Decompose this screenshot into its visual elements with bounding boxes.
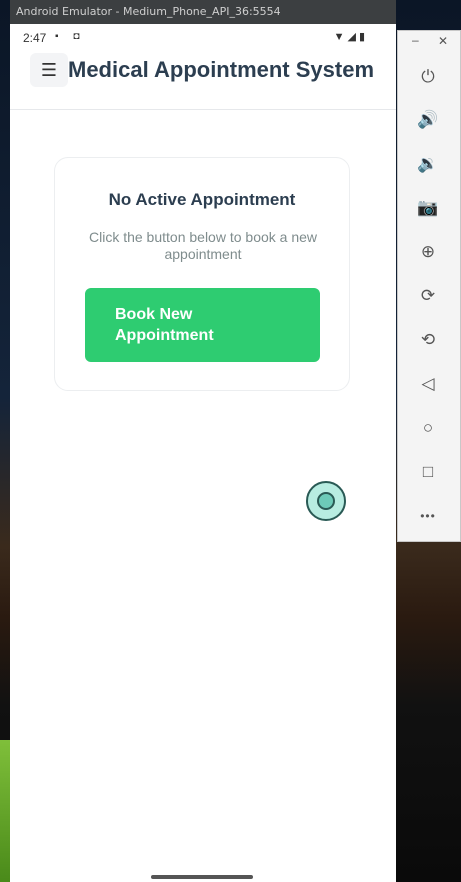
touch-indicator-icon xyxy=(306,481,346,521)
power-icon[interactable]: ⏻ xyxy=(412,61,444,93)
home-icon[interactable]: ○ xyxy=(412,412,444,444)
phone-screen: 2:47 ▪ ◘ ▼◢▮ ☰ Medical Appointment Syste… xyxy=(10,24,396,882)
volume-down-icon[interactable]: 🔉 xyxy=(412,148,444,180)
menu-button[interactable]: ☰ xyxy=(30,53,68,87)
page-title: Medical Appointment System xyxy=(68,57,375,82)
more-icon[interactable]: ••• xyxy=(412,500,444,532)
hamburger-icon: ☰ xyxy=(40,59,58,80)
toolbar-window-controls: – ✕ xyxy=(398,31,460,55)
desktop-wallpaper-leaf xyxy=(0,740,10,882)
emulator-title-bar: Android Emulator - Medium_Phone_API_36:5… xyxy=(10,0,396,24)
emulator-side-toolbar: – ✕ ⏻ 🔊 🔉 📷 ⊕ ⟳ ⟲ ◁ ○ □ ••• xyxy=(397,30,461,542)
signal-battery-icons: ▼◢▮ xyxy=(333,31,368,43)
minimize-icon[interactable]: – xyxy=(412,33,419,47)
overview-icon[interactable]: □ xyxy=(412,456,444,488)
appointment-card: No Active Appointment Click the button b… xyxy=(54,157,350,391)
zoom-icon[interactable]: ⊕ xyxy=(412,236,444,268)
close-icon[interactable]: ✕ xyxy=(438,34,448,48)
book-appointment-button[interactable]: Book New Appointment xyxy=(85,288,320,362)
card-title: No Active Appointment xyxy=(108,190,296,209)
rotate-right-icon[interactable]: ⟳ xyxy=(412,280,444,312)
back-icon[interactable]: ◁ xyxy=(412,368,444,400)
notification-icons: ▪ ◘ xyxy=(55,31,86,42)
home-gesture-bar[interactable] xyxy=(151,875,253,879)
app-header: ☰ Medical Appointment System xyxy=(10,52,396,110)
volume-up-icon[interactable]: 🔊 xyxy=(412,104,444,136)
camera-icon[interactable]: 📷 xyxy=(412,192,444,224)
status-bar: 2:47 ▪ ◘ ▼◢▮ xyxy=(10,24,396,52)
status-time: 2:47 xyxy=(23,31,47,45)
card-subtitle: Click the button below to book a new app… xyxy=(88,229,318,262)
rotate-left-icon[interactable]: ⟲ xyxy=(412,324,444,356)
